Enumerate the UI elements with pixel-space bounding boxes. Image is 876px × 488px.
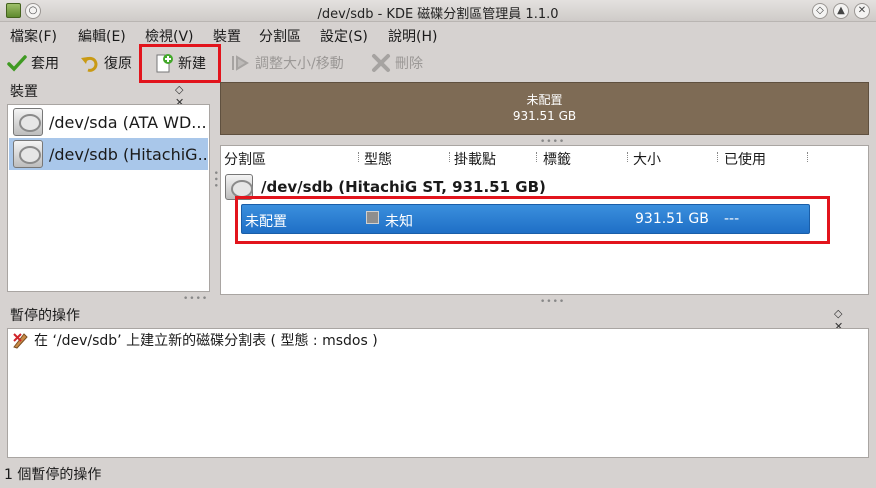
- title-bar[interactable]: ○ /dev/sdb - KDE 磁碟分割區管理員 1.1.0 ◇ ▲ ✕: [0, 0, 876, 22]
- delete-button[interactable]: 刪除: [371, 51, 423, 75]
- toolbar: 套用 復原 新建 調整大小/移動 刪除: [0, 48, 876, 78]
- minimize-button[interactable]: ◇: [812, 3, 828, 19]
- tree-disk-label: /dev/sdb (HitachiG ST, 931.51 GB): [261, 178, 546, 196]
- column-mount-point[interactable]: 掛載點: [454, 149, 496, 169]
- resize-arrow-icon: [232, 55, 249, 71]
- device-item-sda[interactable]: /dev/sda (ATA WD...: [9, 106, 208, 138]
- resize-move-label: 調整大小/移動: [255, 56, 344, 72]
- device-label: /dev/sdb (HitachiG...: [49, 144, 208, 164]
- undo-icon: [81, 56, 98, 72]
- splitter-grip-vertical[interactable]: •••: [210, 170, 220, 189]
- column-size[interactable]: 大小: [633, 149, 661, 169]
- create-partition-table-icon: [13, 333, 28, 349]
- new-button-highlight: [139, 44, 221, 83]
- status-bar: 1 個暫停的操作: [4, 467, 102, 483]
- column-partition[interactable]: 分割區: [224, 149, 266, 169]
- disk-map-unallocated[interactable]: 未配置 931.51 GB: [220, 82, 869, 135]
- close-icon: ✕: [857, 5, 867, 16]
- pending-panel-title: 暫停的操作: [10, 308, 80, 324]
- devices-list[interactable]: /dev/sda (ATA WD... /dev/sdb (HitachiG..…: [7, 104, 210, 292]
- disk-map-size: 931.51 GB: [512, 109, 577, 123]
- hard-disk-icon: [13, 108, 43, 136]
- menu-file[interactable]: 檔案(F): [10, 26, 57, 46]
- column-separator[interactable]: [536, 152, 538, 162]
- devices-panel-header: 裝置 ◇ ✕: [10, 81, 210, 109]
- hard-disk-icon: [13, 140, 43, 168]
- column-type[interactable]: 型態: [364, 149, 392, 169]
- splitter-grip[interactable]: ••••: [183, 294, 208, 304]
- minimize-icon: ◇: [816, 5, 824, 16]
- column-separator[interactable]: [627, 152, 629, 162]
- column-separator[interactable]: [449, 152, 451, 162]
- column-separator[interactable]: [717, 152, 719, 162]
- pending-panel-header: 暫停的操作 ◇ ✕: [10, 305, 868, 333]
- menu-bar: 檔案(F) 編輯(E) 檢視(V) 裝置 分割區 設定(S) 說明(H): [0, 22, 876, 48]
- device-item-sdb[interactable]: /dev/sdb (HitachiG...: [9, 138, 208, 170]
- column-separator[interactable]: [358, 152, 360, 162]
- undo-button[interactable]: 復原: [80, 51, 132, 75]
- column-used[interactable]: 已使用: [724, 149, 766, 169]
- disk-map-label: 未配置: [526, 93, 563, 107]
- undo-label: 復原: [104, 56, 132, 72]
- maximize-icon: ▲: [837, 5, 845, 16]
- checkmark-icon: [7, 55, 27, 72]
- delete-x-icon: [372, 54, 390, 72]
- delete-label: 刪除: [395, 56, 423, 72]
- column-label[interactable]: 標籤: [543, 149, 571, 169]
- device-label: /dev/sda (ATA WD...: [49, 112, 207, 132]
- pending-operations-list[interactable]: 在 ‘/dev/sdb’ 上建立新的磁碟分割表 ( 型態 : msdos ): [7, 328, 869, 458]
- menu-edit[interactable]: 編輯(E): [78, 26, 126, 46]
- partition-table-header: 分割區 型態 掛載點 標籤 大小 已使用: [221, 146, 868, 168]
- apply-label: 套用: [31, 56, 59, 72]
- pending-operation-item[interactable]: 在 ‘/dev/sdb’ 上建立新的磁碟分割表 ( 型態 : msdos ): [12, 330, 378, 350]
- kde-partition-manager-window: ○ /dev/sdb - KDE 磁碟分割區管理員 1.1.0 ◇ ▲ ✕ 檔案…: [0, 0, 876, 488]
- partition-row-highlight: [235, 196, 830, 244]
- column-separator[interactable]: [807, 152, 809, 162]
- resize-move-button[interactable]: 調整大小/移動: [231, 51, 344, 75]
- close-button[interactable]: ✕: [854, 3, 870, 19]
- menu-settings[interactable]: 設定(S): [320, 26, 368, 46]
- menu-view[interactable]: 檢視(V): [145, 26, 194, 46]
- menu-help[interactable]: 說明(H): [388, 26, 437, 46]
- menu-partition[interactable]: 分割區: [259, 26, 301, 46]
- window-title: /dev/sdb - KDE 磁碟分割區管理員 1.1.0: [317, 7, 559, 22]
- pending-operation-text: 在 ‘/dev/sdb’ 上建立新的磁碟分割表 ( 型態 : msdos ): [34, 333, 378, 349]
- menu-device[interactable]: 裝置: [213, 26, 241, 46]
- apply-button[interactable]: 套用: [7, 51, 59, 75]
- maximize-button[interactable]: ▲: [833, 3, 849, 19]
- devices-panel-title: 裝置: [10, 84, 38, 100]
